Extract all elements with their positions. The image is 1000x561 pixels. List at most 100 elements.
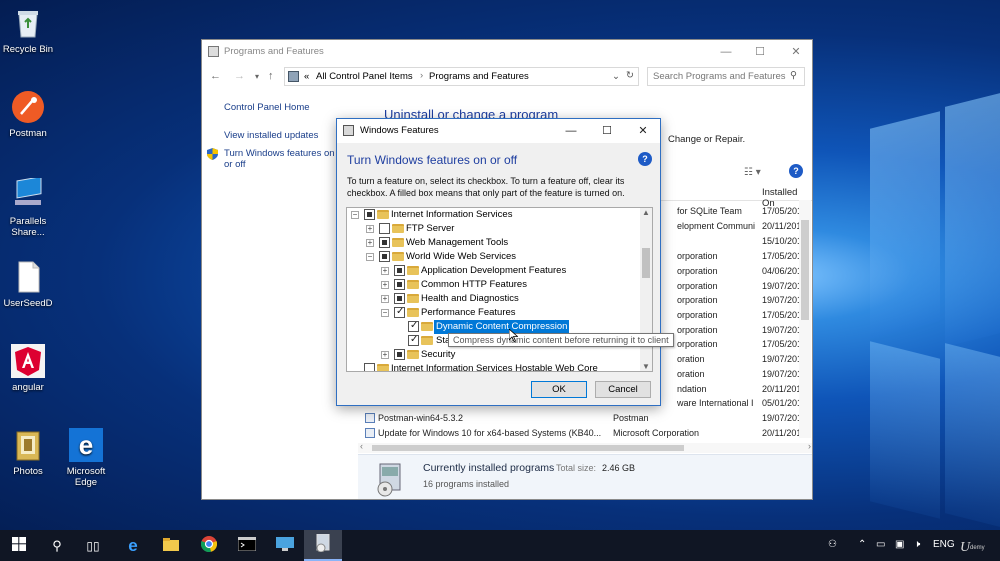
feature-checkbox[interactable]	[394, 279, 405, 290]
maximize-button[interactable]: ☐	[742, 40, 778, 64]
cancel-button[interactable]: Cancel	[595, 381, 651, 398]
battery-icon[interactable]: ▭	[876, 539, 885, 550]
publisher-cell: ware International I	[677, 398, 754, 408]
desktop-icon-microsoft-edge[interactable]: e Microsoft Edge	[55, 428, 117, 488]
feature-checkbox[interactable]	[408, 333, 419, 347]
desktop-icon-parallels-share[interactable]: Parallels Share...	[0, 176, 59, 238]
feature-label: Performance Features	[421, 307, 516, 318]
tree-item-health-and-diagnostics[interactable]: + Health and Diagnostics	[347, 292, 639, 306]
view-installed-updates-link[interactable]: View installed updates	[224, 130, 318, 141]
view-options-icon[interactable]: ☷ ▾	[744, 167, 761, 178]
taskbar-search-button[interactable]: ⚲	[38, 530, 76, 561]
show-hidden-icons-chevron-icon[interactable]: ⌃	[858, 539, 866, 550]
collapse-icon[interactable]: −	[351, 211, 359, 219]
up-arrow-icon[interactable]: ↑	[268, 70, 274, 82]
expand-icon[interactable]: +	[381, 351, 389, 359]
tree-item-security[interactable]: + Security	[347, 348, 639, 362]
breadcrumb-programs-and-features[interactable]: Programs and Features	[429, 71, 529, 82]
scroll-left-icon[interactable]: ‹	[360, 441, 363, 451]
scrollbar-thumb[interactable]	[801, 220, 809, 320]
minimize-button[interactable]: —	[553, 119, 589, 143]
refresh-icon[interactable]: ↻	[626, 70, 634, 81]
tree-item-performance-features[interactable]: − Performance Features	[347, 305, 639, 320]
collapse-icon[interactable]: −	[366, 253, 374, 261]
feature-label: Internet Information Services	[391, 209, 513, 220]
publisher-cell: oration	[677, 354, 705, 364]
feature-checkbox[interactable]	[364, 363, 375, 371]
tree-item-internet-information-services[interactable]: − Internet Information Services	[347, 208, 639, 222]
breadcrumb-all-control-panel-items[interactable]: All Control Panel Items	[316, 71, 413, 82]
collapse-icon[interactable]: −	[381, 309, 389, 317]
taskbar-programs-features[interactable]	[304, 530, 342, 561]
tree-item-web-management-tools[interactable]: + Web Management Tools	[347, 236, 639, 250]
feature-checkbox[interactable]	[394, 349, 405, 360]
minimize-button[interactable]: —	[708, 40, 744, 64]
window-titlebar[interactable]: Programs and Features — ☐ ✕	[202, 40, 812, 64]
wallpaper-light-beam	[945, 343, 1000, 527]
close-button[interactable]: ✕	[625, 119, 661, 143]
feature-checkbox[interactable]	[394, 293, 405, 304]
tree-item-application-development-features[interactable]: + Application Development Features	[347, 264, 639, 278]
forward-arrow-icon[interactable]: →	[234, 70, 245, 82]
taskbar-edge[interactable]: e	[114, 530, 152, 561]
expand-icon[interactable]: +	[366, 239, 374, 247]
expand-icon[interactable]: +	[381, 295, 389, 303]
scrollbar-thumb[interactable]	[642, 248, 650, 278]
feature-checkbox[interactable]	[379, 223, 390, 234]
list-vertical-scrollbar[interactable]	[799, 200, 811, 438]
expand-icon[interactable]: +	[366, 225, 374, 233]
tree-item-common-http-features[interactable]: + Common HTTP Features	[347, 278, 639, 292]
task-view-button[interactable]: ▯▯	[74, 530, 112, 561]
feature-checkbox[interactable]	[408, 319, 419, 333]
feature-checkbox[interactable]	[379, 237, 390, 248]
input-language[interactable]: ENG	[933, 539, 955, 550]
desktop-icon-userseedd[interactable]: UserSeedD	[0, 260, 59, 309]
address-bar[interactable]: « All Control Panel Items › Programs and…	[284, 67, 639, 86]
address-dropdown-icon[interactable]: ⌄	[612, 71, 620, 82]
control-panel-home-link[interactable]: Control Panel Home	[224, 102, 310, 113]
desktop-icon-angular[interactable]: angular	[0, 344, 59, 393]
taskbar-file-explorer[interactable]	[152, 530, 190, 561]
list-horizontal-scrollbar[interactable]: ‹ ›	[358, 441, 812, 453]
start-button[interactable]	[0, 530, 38, 561]
tree-item-ftp-server[interactable]: + FTP Server	[347, 222, 639, 236]
turn-windows-features-link[interactable]: Turn Windows features on or off	[224, 148, 336, 170]
network-icon[interactable]: ▣	[895, 539, 904, 550]
help-icon[interactable]: ?	[638, 152, 652, 166]
program-name: Postman-win64-5.3.2	[378, 413, 464, 423]
feature-checkbox[interactable]	[394, 265, 405, 276]
expand-icon[interactable]: +	[381, 267, 389, 275]
feature-checkbox[interactable]	[394, 305, 405, 319]
tree-item-world-wide-web-services[interactable]: − World Wide Web Services	[347, 250, 639, 264]
taskbar-terminal[interactable]	[228, 530, 266, 561]
scroll-right-icon[interactable]: ›	[808, 441, 811, 451]
table-row[interactable]: Postman-win64-5.3.2 Postman	[362, 411, 782, 425]
scroll-down-icon[interactable]: ▼	[642, 362, 650, 371]
taskbar-remote-desktop[interactable]	[266, 530, 304, 561]
scroll-up-icon[interactable]: ▲	[642, 208, 650, 217]
desktop-icon-recycle-bin[interactable]: Recycle Bin	[0, 6, 59, 55]
search-input[interactable]: Search Programs and Features ⚲	[647, 67, 805, 86]
taskbar-chrome[interactable]	[190, 530, 228, 561]
tree-item-dynamic-content-compression[interactable]: Dynamic Content Compression	[347, 319, 639, 334]
feature-checkbox[interactable]	[379, 251, 390, 262]
people-icon[interactable]: ⚇	[828, 539, 837, 550]
expand-icon[interactable]: +	[381, 281, 389, 289]
volume-muted-icon[interactable]: 🕨	[914, 539, 920, 550]
table-row[interactable]: Update for Windows 10 for x64-based Syst…	[362, 426, 782, 440]
dialog-titlebar[interactable]: Windows Features — ☐ ✕	[337, 119, 660, 143]
maximize-button[interactable]: ☐	[589, 119, 625, 143]
feature-checkbox[interactable]	[364, 209, 375, 220]
close-button[interactable]: ✕	[778, 40, 812, 64]
folder-icon	[377, 210, 389, 219]
back-arrow-icon[interactable]: ←	[210, 70, 221, 82]
desktop-icon-photos[interactable]: Photos	[0, 428, 59, 477]
help-icon[interactable]: ?	[789, 164, 803, 178]
scrollbar-thumb[interactable]	[372, 445, 684, 451]
tree-item-iis-hostable-web-core[interactable]: Internet Information Services Hostable W…	[347, 362, 639, 371]
recent-locations-chevron-icon[interactable]: ▾	[255, 72, 259, 81]
installed-programs-icon	[372, 461, 408, 497]
breadcrumb-overflow[interactable]: «	[304, 71, 309, 82]
desktop-icon-postman[interactable]: Postman	[0, 90, 59, 139]
ok-button[interactable]: OK	[531, 381, 587, 398]
